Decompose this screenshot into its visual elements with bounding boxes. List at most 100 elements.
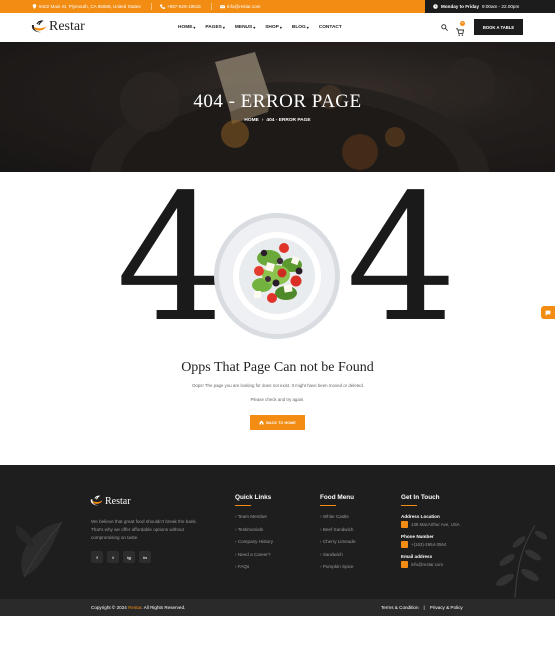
error-heading: Opps That Page Can not be Found bbox=[181, 360, 374, 375]
main-nav: HOME ▾ PAGES ▾ MENUS ▾ SHOP ▾ BLOG ▾ CONTACT bbox=[178, 25, 342, 30]
link-label: Cherry Limeade bbox=[322, 539, 356, 544]
title-underline bbox=[235, 505, 251, 506]
address-value: 138 MacArthur Ave, USA bbox=[411, 522, 460, 527]
footer-link[interactable]: › Need a Career? bbox=[235, 552, 273, 565]
linkedin-button[interactable]: in bbox=[139, 551, 151, 563]
terms-link[interactable]: Terms & Condition bbox=[381, 605, 419, 610]
error-hint: Please check and try again. bbox=[250, 397, 305, 402]
footer-link[interactable]: › Team Member bbox=[235, 514, 273, 527]
footer-link[interactable]: › Pumpkin Spice bbox=[320, 564, 356, 577]
email-row[interactable]: info@restar.com bbox=[401, 561, 460, 568]
chevron-down-icon: ▾ bbox=[253, 25, 256, 30]
page-title: 404 - ERROR PAGE bbox=[193, 91, 362, 112]
chevron-down-icon: ▾ bbox=[222, 25, 225, 30]
twitter-button[interactable]: t bbox=[107, 551, 119, 563]
phone-item[interactable]: +987-629-19815 bbox=[160, 4, 201, 9]
email-value: info@restar.com bbox=[411, 562, 444, 567]
site-footer: Restar We believe that great food should… bbox=[0, 465, 555, 599]
breadcrumb-home[interactable]: HOME bbox=[244, 118, 258, 123]
location-icon bbox=[401, 521, 408, 528]
phone-text: +987-629-19815 bbox=[167, 4, 201, 9]
footer-logo-text: Restar bbox=[105, 495, 131, 507]
link-label: Sandwich bbox=[322, 551, 343, 557]
logo-text: Restar bbox=[49, 19, 85, 34]
email-item[interactable]: info@restar.com bbox=[220, 4, 261, 9]
privacy-link[interactable]: Privacy & Policy bbox=[430, 605, 463, 610]
link-label: Pumpkin Spice bbox=[322, 564, 354, 569]
link-label: Testimonials bbox=[237, 526, 264, 532]
footer-link[interactable]: › White Castle bbox=[320, 514, 356, 527]
book-table-button[interactable]: BOOK A TABLE bbox=[474, 19, 523, 35]
phone-label: Phone Number bbox=[401, 534, 434, 539]
phone-icon bbox=[160, 4, 165, 9]
error-description: Oops! The page you are looking for does … bbox=[192, 383, 364, 388]
back-to-home-button[interactable]: BACK TO HOME bbox=[250, 415, 305, 430]
legal-divider: | bbox=[423, 605, 425, 610]
link-label: FAQs bbox=[237, 564, 250, 569]
nav-label: CONTACT bbox=[318, 25, 342, 30]
nav-blog[interactable]: BLOG ▾ bbox=[292, 25, 309, 30]
food-menu-column: Food Menu › White Castle › Beef Sandwich… bbox=[320, 494, 356, 577]
nav-label: HOME bbox=[178, 25, 193, 30]
digit-four-left: 4 bbox=[116, 158, 228, 361]
digit-four-right: 4 bbox=[346, 158, 458, 361]
breadcrumb-current: 404 - ERROR PAGE bbox=[266, 118, 311, 123]
linkedin-icon: in bbox=[143, 554, 147, 560]
nav-label: PAGES bbox=[205, 25, 222, 30]
location-pin-icon bbox=[32, 4, 37, 9]
footer-bottom-bar: Copyright © 2024 Restar. All Rights Rese… bbox=[0, 599, 555, 616]
email-label: Email address bbox=[401, 554, 433, 559]
error-404-graphic: 4 4 bbox=[0, 172, 555, 352]
mail-icon bbox=[220, 4, 225, 9]
address-text: 9402 Main St, Plymouth, CA 95669, United… bbox=[39, 4, 141, 9]
twitter-icon: t bbox=[112, 554, 114, 560]
nav-label: SHOP bbox=[265, 25, 279, 30]
facebook-button[interactable]: f bbox=[91, 551, 103, 563]
clock-icon bbox=[433, 4, 438, 9]
cart-count-badge: 0 bbox=[460, 21, 465, 26]
quick-links-column: Quick Links › Team Member › Testimonials… bbox=[235, 494, 273, 577]
address-label: Address Location bbox=[401, 514, 440, 519]
leaf-decoration bbox=[15, 521, 63, 578]
nav-pages[interactable]: PAGES ▾ bbox=[205, 25, 224, 30]
copyright: Copyright © 2024 Restar. All Rights Rese… bbox=[91, 605, 185, 610]
logo-icon bbox=[90, 495, 103, 506]
footer-link[interactable]: › Beef Sandwich bbox=[320, 527, 356, 540]
search-icon[interactable] bbox=[441, 24, 448, 31]
instagram-icon: ig bbox=[127, 554, 131, 560]
breadcrumb: HOME › 404 - ERROR PAGE bbox=[0, 118, 555, 123]
footer-link[interactable]: › Sandwich bbox=[320, 552, 356, 565]
footer-link[interactable]: › Company History bbox=[235, 539, 273, 552]
salad-plate-illustration bbox=[214, 213, 340, 339]
floating-side-tab[interactable] bbox=[541, 306, 555, 319]
link-label: White Castle bbox=[322, 514, 349, 519]
hours-value: 9:00am - 22.00pm bbox=[482, 4, 520, 9]
footer-link[interactable]: › FAQs bbox=[235, 564, 273, 577]
nav-shop[interactable]: SHOP ▾ bbox=[265, 25, 282, 30]
footer-link[interactable]: › Cherry Limeade bbox=[320, 539, 356, 552]
footer-logo[interactable]: Restar bbox=[90, 495, 131, 507]
cart-icon bbox=[456, 28, 465, 36]
nav-home[interactable]: HOME ▾ bbox=[178, 25, 195, 30]
cart-button[interactable]: 0 bbox=[456, 21, 465, 41]
page-hero: 404 - ERROR PAGE HOME › 404 - ERROR PAGE bbox=[0, 42, 555, 172]
divider bbox=[211, 3, 212, 10]
footer-link[interactable]: › Testimonials bbox=[235, 527, 273, 540]
nav-contact[interactable]: CONTACT bbox=[319, 25, 342, 30]
nav-menus[interactable]: MENUS ▾ bbox=[235, 25, 255, 30]
instagram-button[interactable]: ig bbox=[123, 551, 135, 563]
copyright-brand[interactable]: Restar bbox=[128, 605, 141, 610]
site-logo[interactable]: Restar bbox=[31, 19, 85, 35]
hours-label: Monday to Friday bbox=[441, 4, 480, 9]
nav-label: MENUS bbox=[234, 25, 253, 30]
link-label: Team Member bbox=[237, 514, 268, 519]
link-label: Need a Career? bbox=[237, 551, 271, 557]
phone-value: +(163)-2654-3564 bbox=[411, 542, 447, 547]
title-underline bbox=[320, 505, 336, 506]
copyright-prefix: Copyright © 2024 bbox=[91, 605, 127, 610]
food-menu-title: Food Menu bbox=[320, 494, 355, 501]
home-icon bbox=[259, 420, 264, 425]
top-info-bar: 9402 Main St, Plymouth, CA 95669, United… bbox=[0, 0, 555, 13]
phone-row[interactable]: +(163)-2654-3564 bbox=[401, 541, 460, 548]
main-header: Restar HOME ▾ PAGES ▾ MENUS ▾ SHOP ▾ BLOG ▾ C… bbox=[0, 13, 555, 42]
